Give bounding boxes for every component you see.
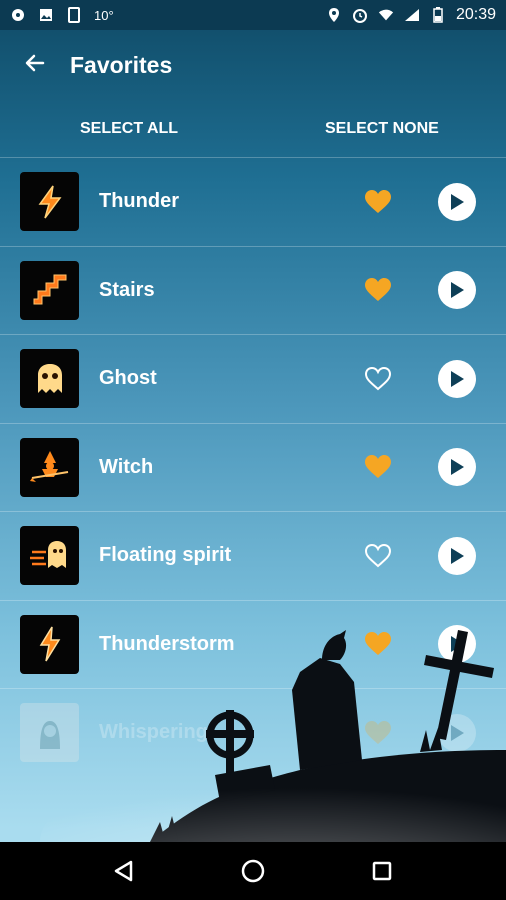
stairs-icon (20, 260, 79, 320)
select-all-button[interactable]: SELECT ALL (80, 120, 178, 138)
sound-name: Witch (99, 455, 154, 478)
phone-icon (66, 7, 82, 23)
location-pin-icon (10, 7, 26, 23)
play-button[interactable] (438, 182, 476, 221)
temperature-text: 10° (94, 7, 114, 23)
sound-name: Thunderstorm (99, 632, 235, 655)
heart-filled-icon[interactable] (364, 454, 392, 480)
play-button[interactable] (438, 448, 476, 487)
play-button[interactable] (438, 271, 476, 310)
list-item[interactable]: Witch (0, 422, 506, 512)
selection-bar: SELECT ALL SELECT NONE (0, 100, 506, 156)
heart-outline-icon[interactable] (364, 543, 392, 569)
circle-home-icon (241, 859, 265, 883)
triangle-back-icon (115, 860, 133, 882)
image-icon (38, 7, 54, 23)
thunderstorm-icon (20, 614, 79, 674)
nav-recents-button[interactable] (362, 851, 402, 891)
play-icon (451, 547, 464, 564)
play-button[interactable] (438, 359, 476, 398)
list-item[interactable]: Stairs (0, 245, 506, 335)
arrow-left-icon (23, 51, 47, 80)
heart-outline-icon[interactable] (364, 366, 392, 392)
nav-back-button[interactable] (104, 851, 144, 891)
list-item[interactable]: Floating spirit (0, 511, 506, 600)
battery-icon (430, 7, 446, 23)
sound-name: Ghost (99, 367, 157, 390)
witch-icon (20, 437, 79, 497)
status-bar: 10° 20:39 (0, 0, 506, 30)
square-recents-icon (372, 861, 391, 881)
play-icon (451, 370, 464, 387)
heart-filled-icon[interactable] (364, 720, 392, 746)
heart-filled-icon[interactable] (364, 277, 392, 303)
select-none-button[interactable]: SELECT NONE (325, 120, 439, 138)
play-button[interactable] (438, 713, 476, 752)
navigation-bar (0, 842, 506, 900)
woman-icon (20, 703, 79, 763)
list-item[interactable]: Ghost (0, 334, 506, 423)
list-item[interactable]: Thunder (0, 157, 506, 246)
play-icon (451, 459, 464, 476)
sound-name: Floating spirit (99, 544, 232, 567)
lightning-icon (20, 172, 79, 232)
spirit-icon (20, 526, 79, 586)
alarm-icon (352, 7, 368, 23)
wifi-icon (378, 7, 394, 23)
list-item[interactable]: Thunderstorm (0, 599, 506, 689)
sound-list: Thunder Stairs Ghost Witch Floating spir… (0, 157, 506, 777)
clock-text: 20:39 (455, 6, 496, 23)
sound-name: Whispering (99, 721, 208, 744)
sound-name: Thunder (99, 190, 179, 213)
play-button[interactable] (438, 536, 476, 575)
play-icon (451, 636, 464, 653)
app-bar: Favorites (0, 30, 506, 100)
play-icon (451, 724, 464, 741)
location-icon (326, 7, 342, 23)
nav-home-button[interactable] (233, 851, 273, 891)
list-item[interactable]: Whispering (0, 688, 506, 777)
sound-name: Stairs (99, 278, 155, 301)
ghost-icon (20, 349, 79, 409)
play-button[interactable] (438, 625, 476, 664)
play-icon (451, 193, 464, 210)
heart-filled-icon[interactable] (364, 189, 392, 215)
play-icon (451, 282, 464, 299)
back-button[interactable] (0, 30, 70, 100)
heart-filled-icon[interactable] (364, 631, 392, 657)
page-title: Favorites (70, 51, 173, 78)
signal-icon (404, 7, 420, 23)
